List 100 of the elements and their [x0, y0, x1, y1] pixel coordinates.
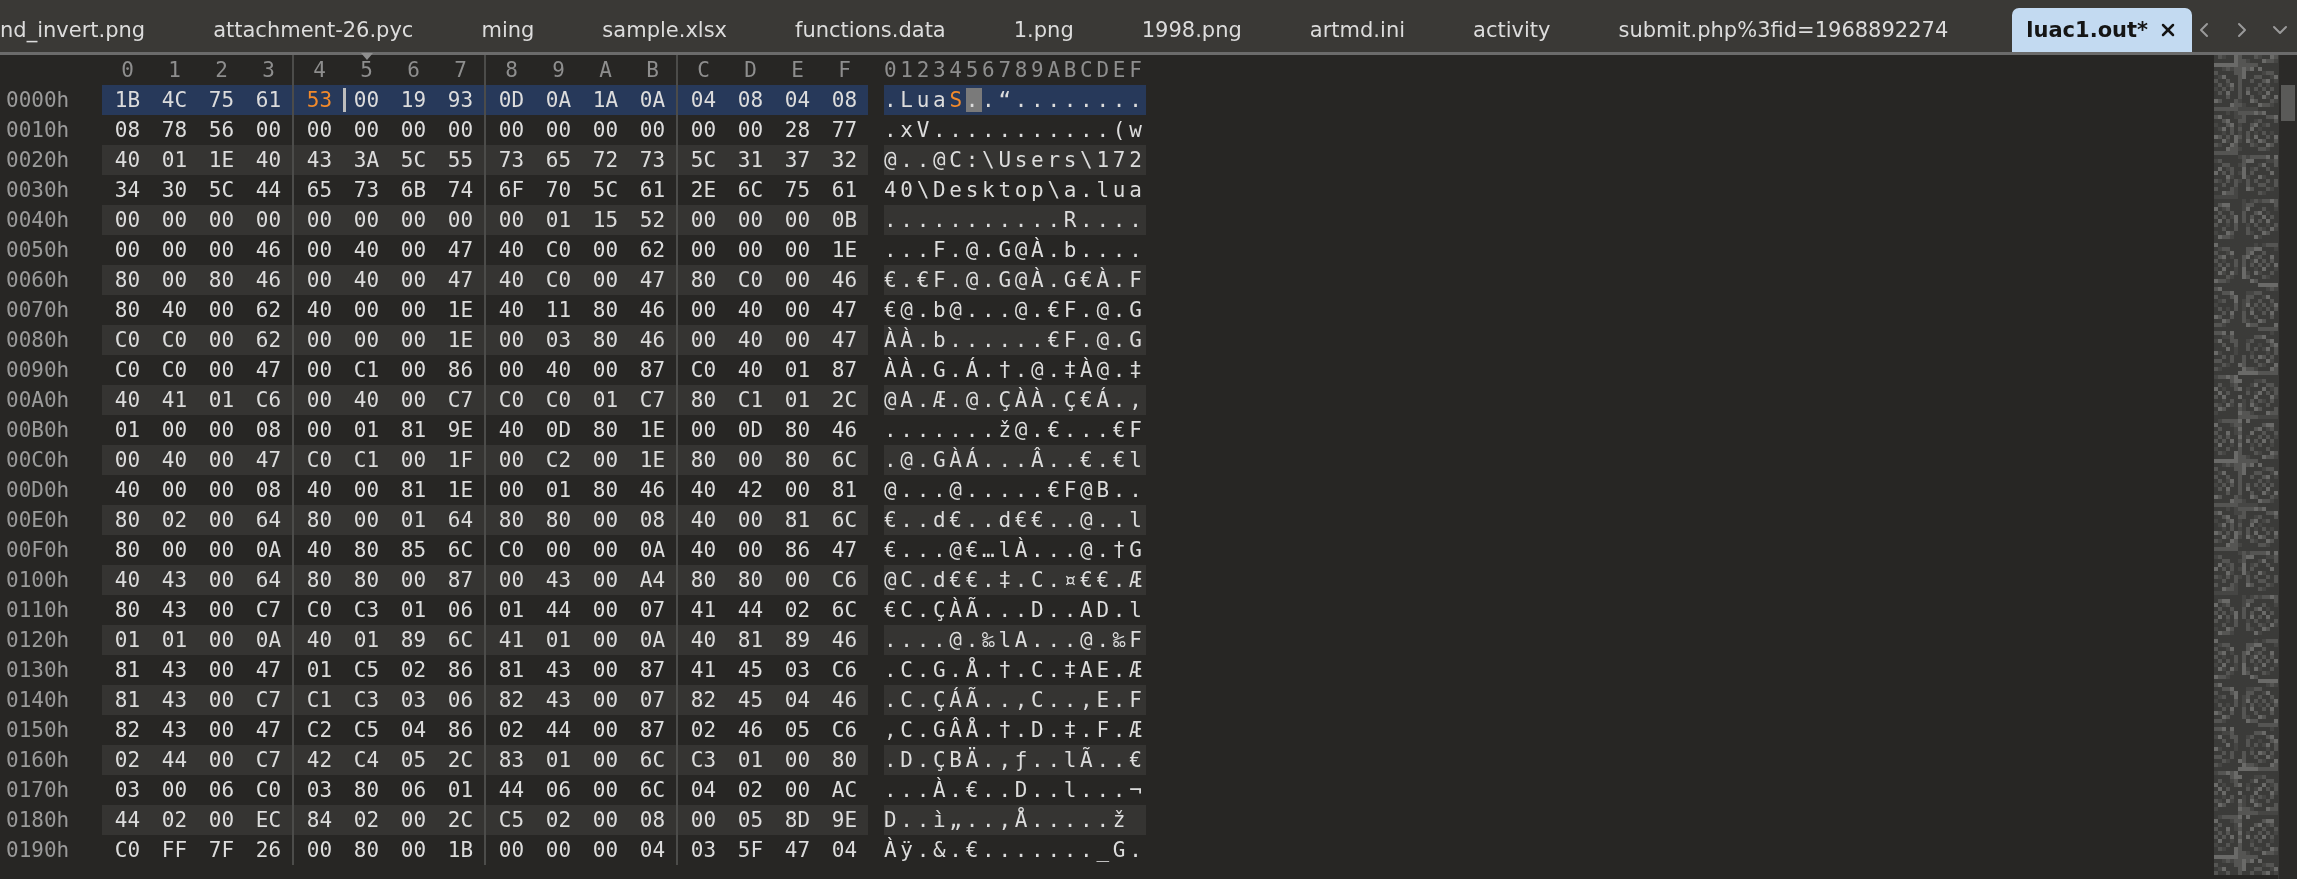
hex-byte[interactable]: 44 [535, 715, 582, 745]
hex-byte[interactable]: 28 [774, 115, 821, 145]
hex-byte[interactable]: 00 [488, 445, 535, 475]
hex-byte[interactable]: 00 [104, 205, 151, 235]
hex-byte[interactable]: 00 [488, 205, 535, 235]
hex-byte[interactable]: 02 [343, 805, 390, 835]
hex-byte[interactable]: 73 [629, 145, 676, 175]
hex-byte[interactable]: 00 [582, 595, 629, 625]
hex-byte[interactable]: 00 [727, 505, 774, 535]
hex-byte[interactable]: 03 [680, 835, 727, 865]
hex-byte[interactable]: 6C [727, 175, 774, 205]
hex-byte[interactable]: 6C [629, 745, 676, 775]
hex-byte[interactable]: 61 [629, 175, 676, 205]
hex-byte[interactable]: C0 [104, 355, 151, 385]
hex-byte[interactable]: 01 [582, 385, 629, 415]
hex-byte[interactable]: 00 [390, 835, 437, 865]
hex-byte[interactable]: 80 [821, 745, 868, 775]
hex-byte[interactable]: C5 [488, 805, 535, 835]
hex-byte[interactable]: 1E [198, 145, 245, 175]
file-tab[interactable]: functions.data [761, 8, 980, 52]
hex-byte[interactable]: 86 [437, 655, 484, 685]
hex-byte[interactable]: FF [151, 835, 198, 865]
hex-byte[interactable]: C0 [296, 445, 343, 475]
hex-byte[interactable]: 01 [104, 625, 151, 655]
hex-byte[interactable]: 64 [437, 505, 484, 535]
hex-byte[interactable]: 9E [821, 805, 868, 835]
hex-byte[interactable]: 93 [437, 85, 484, 115]
file-tab[interactable]: nd_invert.png [0, 8, 180, 52]
hex-byte[interactable]: 40 [245, 145, 292, 175]
hex-byte[interactable]: 07 [629, 595, 676, 625]
hex-byte[interactable]: 40 [104, 385, 151, 415]
hex-byte[interactable]: C3 [343, 685, 390, 715]
hex-byte[interactable]: C0 [535, 265, 582, 295]
hex-byte[interactable]: 46 [727, 715, 774, 745]
file-tab[interactable]: ming [447, 8, 569, 52]
hex-byte[interactable]: 0D [727, 415, 774, 445]
hex-byte[interactable]: 04 [680, 775, 727, 805]
hex-byte[interactable]: 78 [151, 115, 198, 145]
hex-byte[interactable]: 01 [390, 595, 437, 625]
hex-byte[interactable]: 11 [535, 295, 582, 325]
hex-byte[interactable]: C0 [535, 235, 582, 265]
hex-byte[interactable]: 01 [343, 625, 390, 655]
hex-byte[interactable]: 00 [774, 475, 821, 505]
hex-byte[interactable]: 00 [582, 565, 629, 595]
hex-byte[interactable]: 01 [535, 205, 582, 235]
hex-byte[interactable]: 80 [104, 505, 151, 535]
hex-byte[interactable]: 08 [104, 115, 151, 145]
hex-byte[interactable]: 46 [245, 265, 292, 295]
hex-byte[interactable]: 05 [727, 805, 774, 835]
hex-byte[interactable]: 00 [488, 475, 535, 505]
hex-byte[interactable]: 40 [727, 355, 774, 385]
hex-byte[interactable]: 55 [437, 145, 484, 175]
hex-byte[interactable]: 00 [727, 205, 774, 235]
hex-byte[interactable]: C5 [343, 715, 390, 745]
hex-byte[interactable]: 00 [680, 325, 727, 355]
hex-byte[interactable]: 34 [104, 175, 151, 205]
hex-byte[interactable]: 00 [296, 235, 343, 265]
hex-byte[interactable]: 01 [535, 475, 582, 505]
hex-byte[interactable]: 73 [488, 145, 535, 175]
hex-byte[interactable]: 40 [151, 295, 198, 325]
hex-byte[interactable]: 00 [198, 205, 245, 235]
hex-byte[interactable]: 02 [680, 715, 727, 745]
hex-byte[interactable]: 00 [198, 535, 245, 565]
hex-byte[interactable]: 00 [535, 115, 582, 145]
hex-byte[interactable]: 00 [343, 115, 390, 145]
hex-byte[interactable]: 01 [151, 145, 198, 175]
hex-byte[interactable]: C7 [245, 685, 292, 715]
hex-byte[interactable]: C0 [104, 835, 151, 865]
hex-byte[interactable]: 00 [437, 205, 484, 235]
hex-byte[interactable]: 82 [680, 685, 727, 715]
hex-byte[interactable]: 01 [535, 625, 582, 655]
hex-byte[interactable]: 83 [488, 745, 535, 775]
hex-byte[interactable]: 00 [727, 115, 774, 145]
hex-byte[interactable]: 40 [727, 325, 774, 355]
hex-byte[interactable]: 00 [582, 535, 629, 565]
hex-byte[interactable]: 01 [104, 415, 151, 445]
hex-byte[interactable]: 01 [774, 355, 821, 385]
hex-byte[interactable]: 43 [296, 145, 343, 175]
hex-byte[interactable]: 02 [151, 805, 198, 835]
hex-byte[interactable]: 87 [821, 355, 868, 385]
hex-byte[interactable]: EC [245, 805, 292, 835]
hex-byte[interactable]: 0D [535, 415, 582, 445]
hex-byte[interactable]: 02 [104, 745, 151, 775]
hex-byte[interactable]: 0A [629, 535, 676, 565]
minimap-drawing[interactable] [2214, 55, 2278, 875]
hex-byte[interactable]: 43 [535, 685, 582, 715]
hex-byte[interactable]: 00 [104, 445, 151, 475]
hex-byte[interactable]: 00 [198, 355, 245, 385]
hex-byte[interactable]: 00 [343, 85, 390, 115]
hex-byte[interactable]: 40 [535, 355, 582, 385]
hex-byte[interactable]: 00 [343, 205, 390, 235]
hex-byte[interactable]: 00 [198, 295, 245, 325]
hex-byte[interactable]: C7 [245, 595, 292, 625]
hex-byte[interactable]: 30 [151, 175, 198, 205]
hex-byte[interactable]: 37 [774, 145, 821, 175]
hex-byte[interactable]: 80 [488, 505, 535, 535]
hex-byte[interactable]: 00 [437, 115, 484, 145]
hex-byte[interactable]: 31 [727, 145, 774, 175]
hex-byte[interactable]: 81 [390, 415, 437, 445]
hex-byte[interactable]: 00 [296, 415, 343, 445]
